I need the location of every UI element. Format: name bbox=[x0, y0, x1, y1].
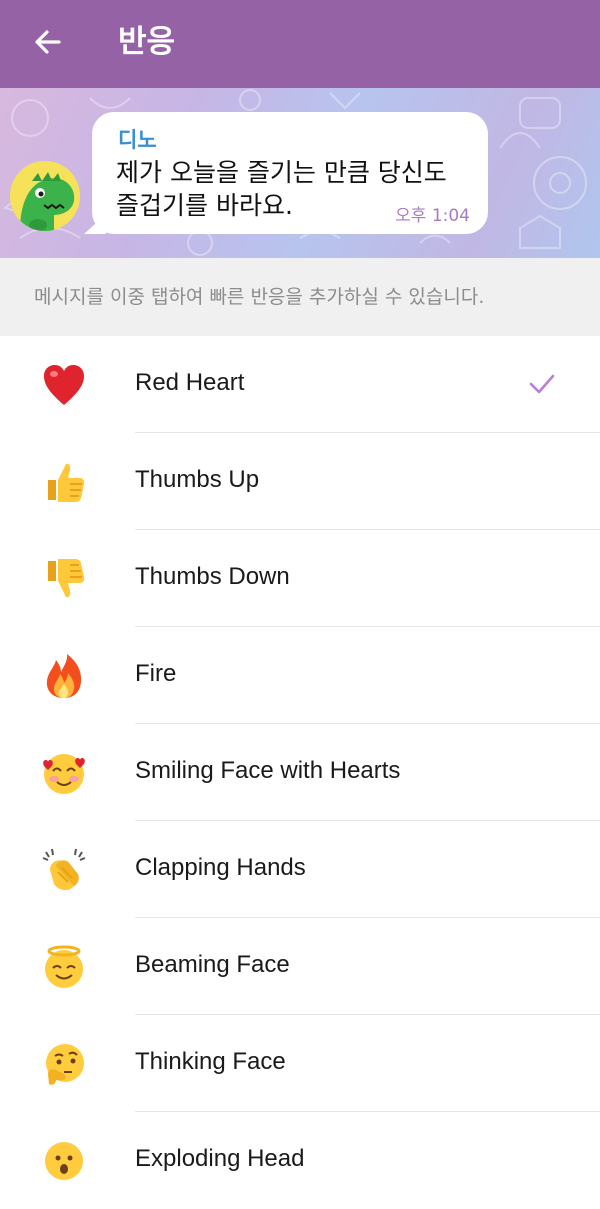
beaming-face-icon bbox=[45, 945, 83, 988]
clapping-hands-icon bbox=[42, 848, 86, 891]
page-title: 반응 bbox=[118, 24, 176, 60]
reaction-row-thumbs-down[interactable]: Thumbs Down bbox=[0, 530, 600, 627]
reaction-row-red-heart[interactable]: Red Heart bbox=[0, 336, 600, 433]
fire-icon bbox=[46, 654, 82, 698]
hint-text: 메시지를 이중 탭하여 빠른 반응을 추가하실 수 있습니다. bbox=[34, 286, 485, 308]
reaction-label: Fire bbox=[135, 660, 177, 687]
red-heart-icon bbox=[44, 365, 84, 405]
message-time: 오후 1:04 bbox=[395, 206, 470, 226]
reaction-row-exploding-head[interactable]: Exploding Head bbox=[0, 1112, 600, 1209]
reaction-row-beaming-face[interactable]: Beaming Face bbox=[0, 918, 600, 1015]
reaction-row-thumbs-up[interactable]: Thumbs Up bbox=[0, 433, 600, 530]
message-line-1: 제가 오늘을 즐기는 만큼 당신도 bbox=[116, 158, 447, 187]
thumbs-up-icon bbox=[48, 463, 85, 502]
exploding-head-icon bbox=[45, 1142, 83, 1180]
hint-section: 메시지를 이중 탭하여 빠른 반응을 추가하실 수 있습니다. bbox=[0, 258, 600, 336]
reaction-label: Beaming Face bbox=[135, 951, 290, 978]
reaction-label: Smiling Face with Hearts bbox=[135, 757, 401, 784]
thinking-face-icon bbox=[46, 1044, 84, 1085]
sender-name: 디노 bbox=[118, 128, 157, 152]
reaction-row-smiling-face-hearts[interactable]: Smiling Face with Hearts bbox=[0, 724, 600, 821]
reaction-row-thinking-face[interactable]: Thinking Face bbox=[0, 1015, 600, 1112]
reaction-label: Thumbs Down bbox=[135, 563, 290, 590]
back-button[interactable] bbox=[28, 22, 68, 62]
reaction-label: Thumbs Up bbox=[135, 466, 260, 493]
arrow-left-icon bbox=[35, 30, 61, 54]
reaction-row-clapping-hands[interactable]: Clapping Hands bbox=[0, 821, 600, 918]
app-bar: 반응 bbox=[0, 0, 600, 88]
reaction-list: Red Heart Thumbs Up Thumbs Down Fire Smi… bbox=[0, 336, 600, 1209]
message-bubble: 디노 제가 오늘을 즐기는 만큼 당신도 즐겁기를 바라요. 오후 1:04 bbox=[92, 112, 488, 234]
thumbs-down-icon bbox=[48, 559, 85, 598]
reaction-label: Red Heart bbox=[135, 369, 245, 396]
dino-avatar-icon bbox=[10, 161, 80, 231]
reaction-row-fire[interactable]: Fire bbox=[0, 627, 600, 724]
checkmark-icon bbox=[529, 374, 555, 394]
reaction-label: Exploding Head bbox=[135, 1145, 305, 1172]
reaction-label: Thinking Face bbox=[135, 1048, 286, 1075]
chat-preview: 디노 제가 오늘을 즐기는 만큼 당신도 즐겁기를 바라요. 오후 1:04 bbox=[0, 88, 600, 258]
reaction-label: Clapping Hands bbox=[135, 854, 306, 881]
smiling-face-hearts-icon bbox=[43, 754, 85, 794]
